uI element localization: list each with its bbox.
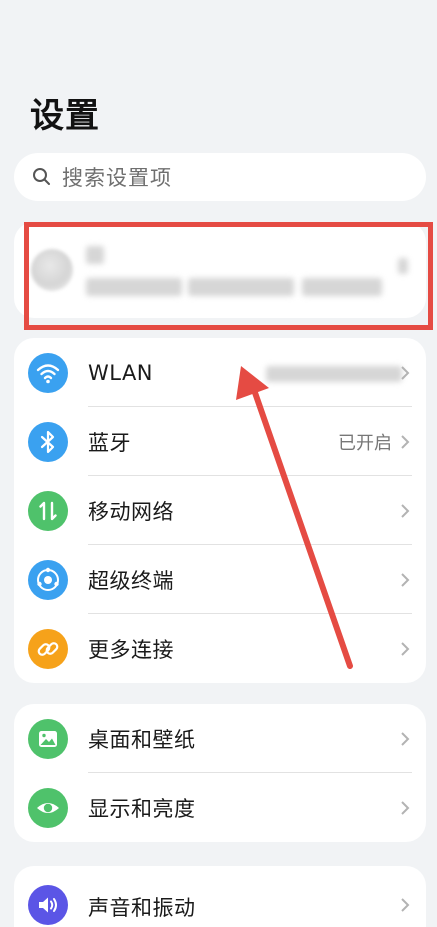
settings-item-label: 超级终端 (88, 568, 174, 593)
settings-item-more-connections[interactable]: 更多连接 (14, 614, 426, 683)
chevron-right-icon (401, 573, 410, 587)
search-placeholder: 搜索设置项 (62, 166, 172, 190)
wallpaper-icon (28, 719, 68, 759)
bluetooth-status: 已开启 (338, 432, 392, 454)
settings-item-display-brightness[interactable]: 显示和亮度 (14, 773, 426, 842)
settings-item-super-device[interactable]: 超级终端 (14, 545, 426, 614)
wifi-icon (28, 353, 68, 393)
account-info-redacted (398, 258, 408, 274)
bluetooth-icon (28, 422, 68, 462)
speaker-icon (28, 885, 68, 925)
chevron-right-icon (401, 801, 410, 815)
settings-item-wlan[interactable]: WLAN (14, 338, 426, 407)
settings-item-label: 显示和亮度 (88, 796, 196, 821)
account-info-redacted (86, 278, 182, 296)
settings-item-label: 移动网络 (88, 499, 174, 524)
settings-item-bluetooth[interactable]: 蓝牙 已开启 (14, 407, 426, 476)
settings-item-label: 蓝牙 (88, 430, 131, 455)
wlan-network-redacted (266, 366, 402, 382)
settings-item-label: 声音和振动 (88, 896, 196, 920)
page-title: 设置 (30, 96, 100, 136)
settings-item-mobile-network[interactable]: 移动网络 (14, 476, 426, 545)
search-input[interactable]: 搜索设置项 (14, 153, 426, 201)
mobile-network-icon (28, 491, 68, 531)
settings-item-label: 更多连接 (88, 637, 174, 662)
chevron-right-icon (401, 366, 410, 380)
settings-item-label: 桌面和壁纸 (88, 727, 196, 752)
sound-group: 声音和振动 (14, 866, 426, 927)
account-card[interactable] (14, 222, 426, 318)
super-device-icon (28, 560, 68, 600)
settings-item-label: WLAN (88, 360, 154, 385)
account-info-redacted (302, 278, 382, 296)
chevron-right-icon (401, 898, 410, 912)
chevron-right-icon (401, 504, 410, 518)
chevron-right-icon (401, 642, 410, 656)
avatar[interactable] (31, 249, 73, 291)
account-info-redacted (188, 278, 294, 296)
chevron-right-icon (401, 435, 410, 449)
display-group: 桌面和壁纸 显示和亮度 (14, 704, 426, 842)
settings-item-wallpaper[interactable]: 桌面和壁纸 (14, 704, 426, 773)
settings-item-sound[interactable]: 声音和振动 (14, 866, 426, 927)
eye-icon (28, 788, 68, 828)
search-icon (33, 168, 50, 185)
connectivity-group: WLAN 蓝牙 已开启 移动网络 超级终端 更多连接 (14, 338, 426, 683)
link-icon (28, 629, 68, 669)
account-name-redacted (86, 246, 104, 264)
chevron-right-icon (401, 732, 410, 746)
